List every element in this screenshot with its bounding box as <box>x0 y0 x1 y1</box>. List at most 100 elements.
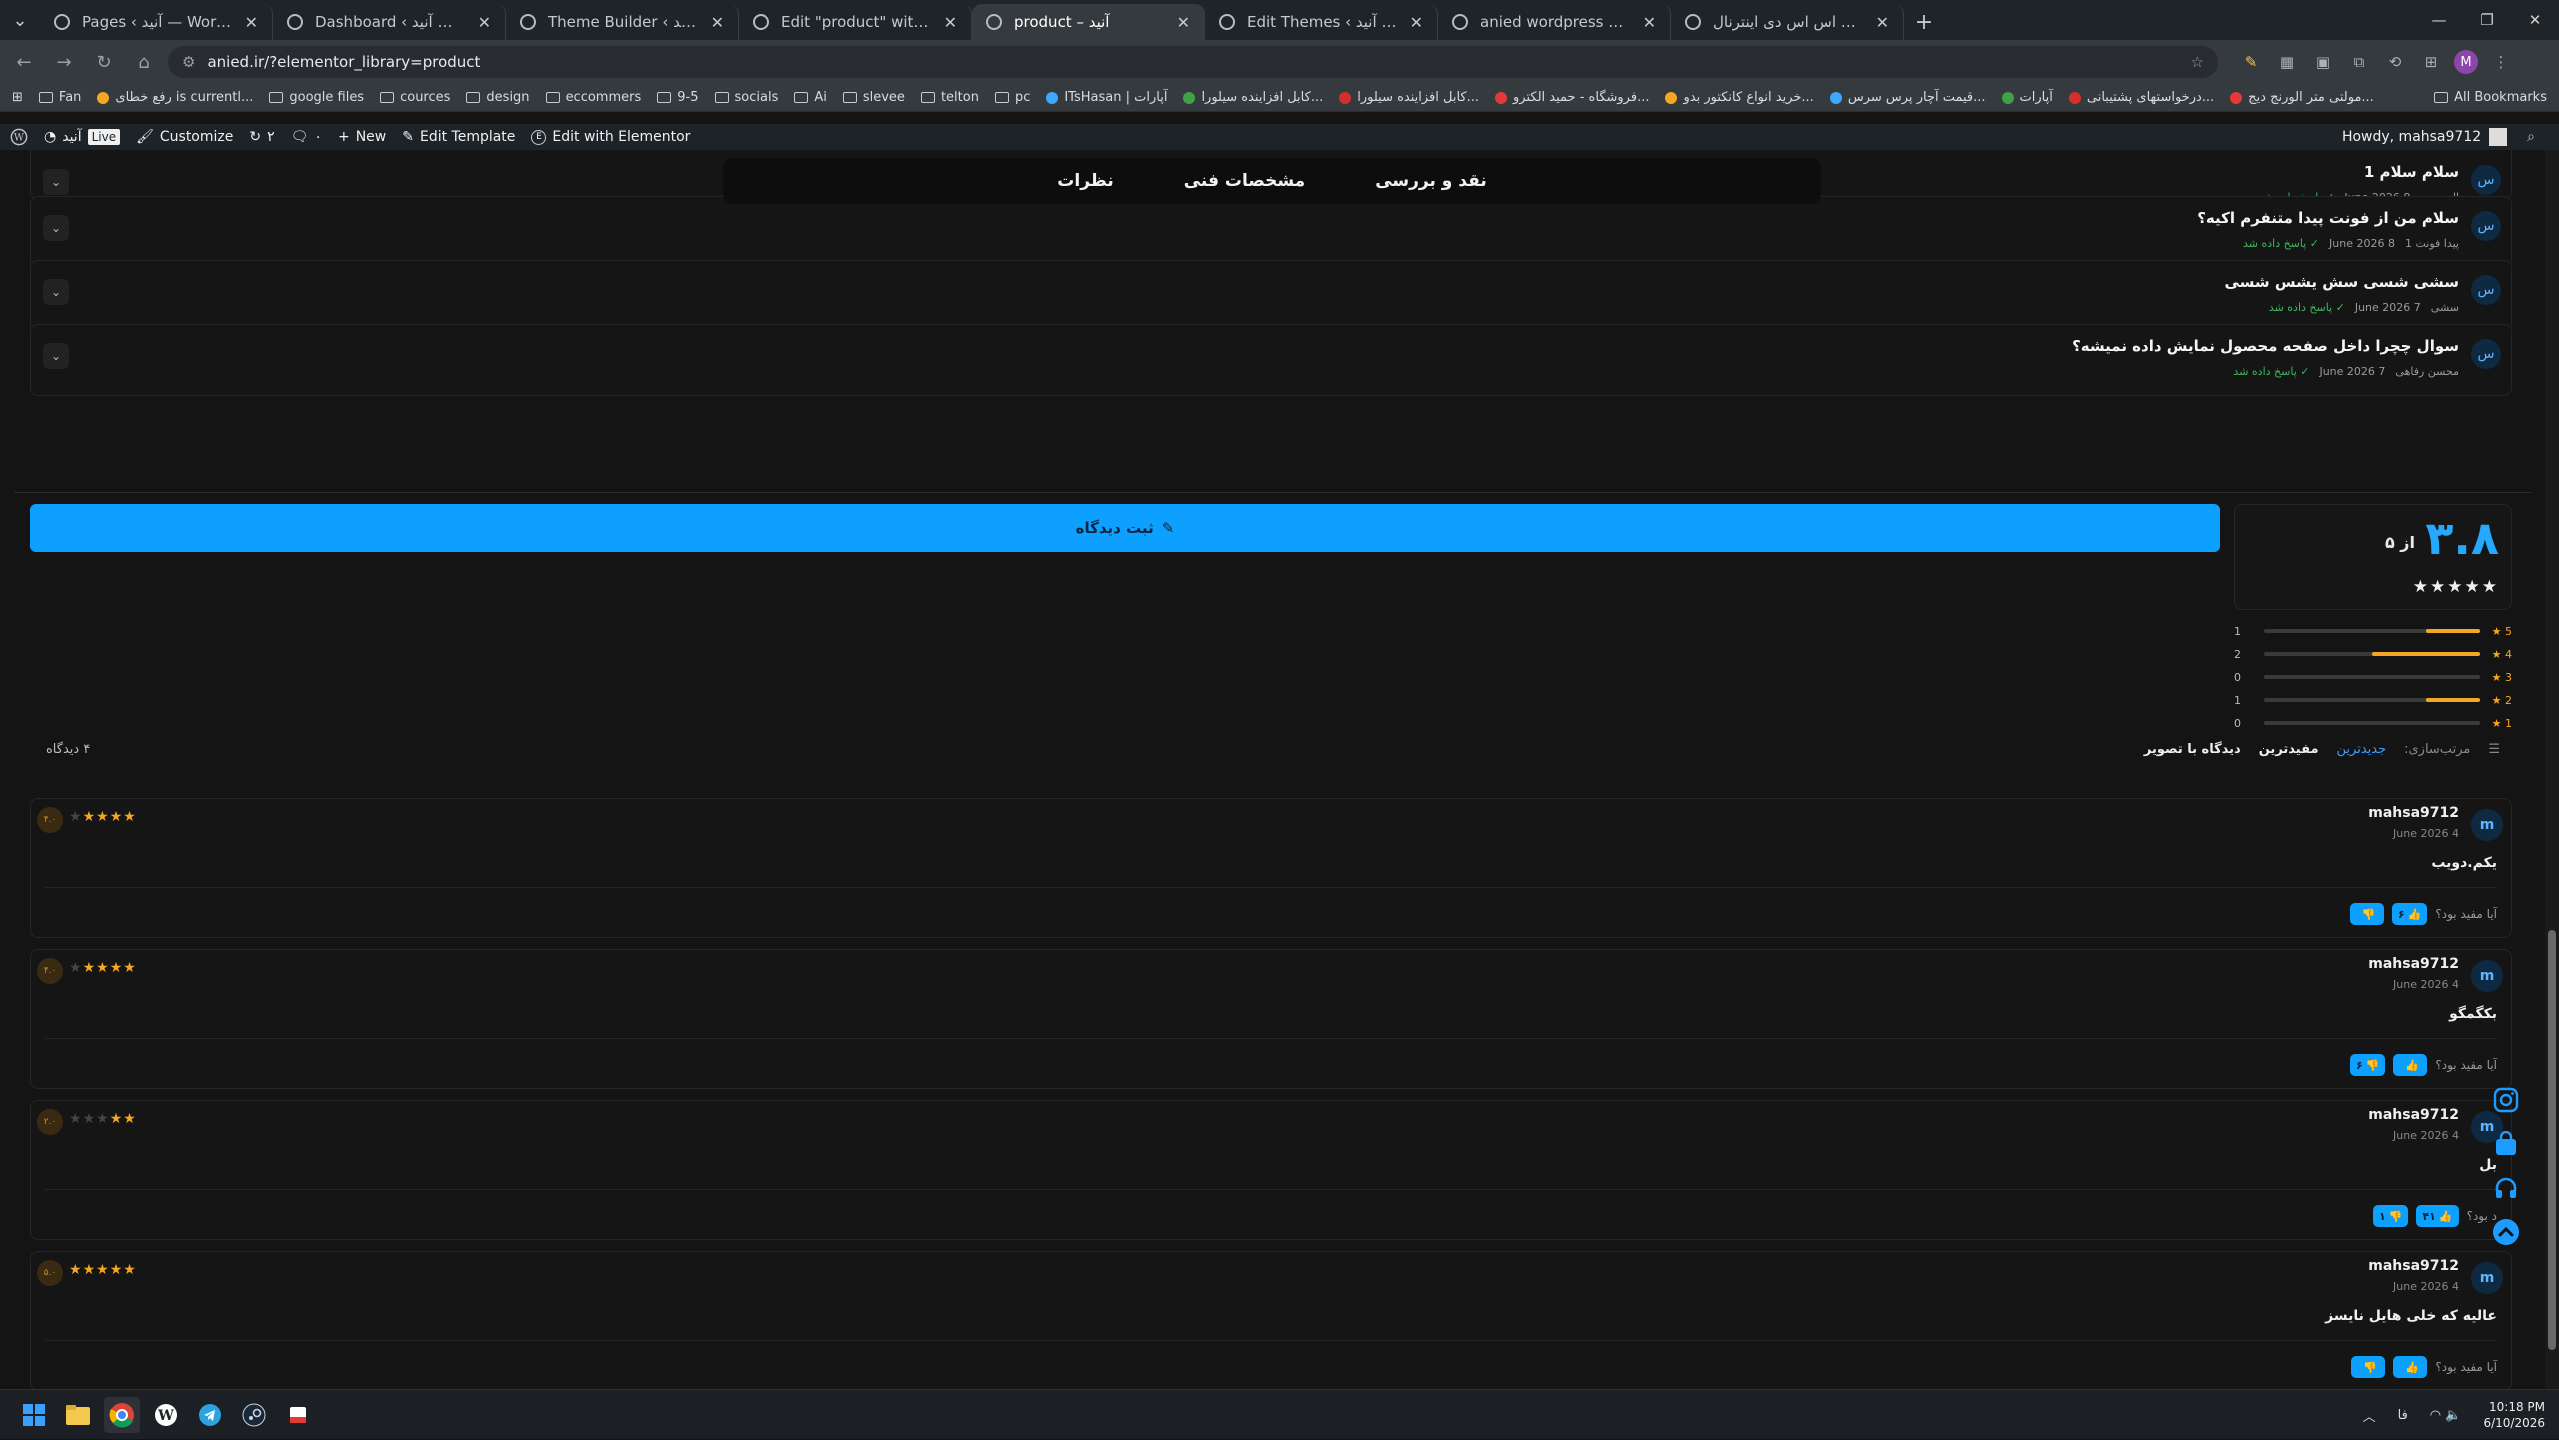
browser-tab[interactable]: Edit "product" with Elementor ✕ <box>739 4 972 40</box>
bookmark-item[interactable]: کابل افزاینده سیلورا... <box>1175 90 1331 105</box>
search-icon[interactable]: ⌕ <box>2527 129 2535 145</box>
user-avatar[interactable] <box>2489 128 2508 146</box>
clock[interactable]: 10:18 PM 6/10/2026 <box>2483 1399 2545 1431</box>
wordpress-logo-icon[interactable]: W <box>0 128 36 146</box>
back-button[interactable]: ← <box>8 46 40 78</box>
tab-close-icon[interactable]: ✕ <box>1876 13 1889 32</box>
new-tab-button[interactable]: + <box>1904 4 1944 40</box>
bookmark-item[interactable]: slevee <box>835 90 913 105</box>
extension-icon-2[interactable]: ▣ <box>2310 49 2336 75</box>
bookmark-item[interactable]: قیمت آچار پرس سرس... <box>1822 90 1994 105</box>
all-bookmarks[interactable]: All Bookmarks <box>2426 90 2559 105</box>
like-button[interactable]: 👍 <box>2393 1054 2428 1076</box>
wifi-volume-icons[interactable]: ◠ 🔈 <box>2430 1408 2462 1423</box>
dislike-button[interactable]: 👎 <box>2349 903 2384 925</box>
tab-close-icon[interactable]: ✕ <box>245 13 258 32</box>
instagram-icon[interactable] <box>2491 1085 2521 1115</box>
sort-newest[interactable]: جدیدترین <box>2337 742 2387 757</box>
bookmark-item[interactable]: ITsHasan | آپارات <box>1038 90 1175 105</box>
new-content-link[interactable]: + New <box>330 129 394 145</box>
tab-review[interactable]: نقد و بررسی <box>1375 171 1487 191</box>
wordpress-app-icon[interactable]: W <box>148 1397 184 1433</box>
submit-review-button[interactable]: ثبت دیدگاه ✎ <box>30 504 2220 552</box>
browser-tab[interactable]: Theme Builder ‹ آنید — WordPress ✕ <box>506 4 739 40</box>
bookmark-item[interactable]: کابل افزاینده سیلورا... <box>1331 90 1487 105</box>
telegram-icon[interactable] <box>192 1397 228 1433</box>
minimize-button[interactable]: — <box>2415 0 2463 40</box>
bookmark-item[interactable]: eccommers <box>538 90 650 105</box>
tab-specs[interactable]: مشخصات فنی <box>1184 171 1305 191</box>
language-indicator[interactable]: فا <box>2398 1408 2408 1423</box>
extension-pen-icon[interactable]: ✎ <box>2238 49 2264 75</box>
bookmark-star-icon[interactable]: ☆ <box>2191 53 2204 71</box>
cast-icon[interactable]: ⟲ <box>2382 49 2408 75</box>
howdy-user[interactable]: Howdy, mahsa9712 <box>2342 129 2481 145</box>
bookmark-item[interactable]: 9-5 <box>649 90 706 105</box>
bookmark-item[interactable]: socials <box>707 90 787 105</box>
bookmark-item[interactable]: google files <box>261 90 372 105</box>
extension-icon-1[interactable]: ▦ <box>2274 49 2300 75</box>
profile-avatar[interactable]: M <box>2454 50 2478 74</box>
customize-link[interactable]: 🖌 Customize <box>128 129 241 145</box>
browser-tab[interactable]: Dashboard ‹ آنید — WordPress ✕ <box>273 4 506 40</box>
bookmark-item[interactable]: cources <box>372 90 458 105</box>
page-scrollbar[interactable] <box>2545 150 2559 1389</box>
maximize-button[interactable]: ❐ <box>2463 0 2511 40</box>
site-name-menu[interactable]: ◔ آنید Live <box>36 129 128 145</box>
like-button[interactable]: 👍 <box>2393 1356 2428 1378</box>
dislike-button[interactable]: 👎 ۶ <box>2349 1054 2386 1076</box>
grid-icon[interactable]: ⊞ <box>2418 49 2444 75</box>
bookmark-item[interactable]: آپارات <box>1994 90 2061 105</box>
tab-close-icon[interactable]: ✕ <box>944 13 957 32</box>
browser-tab[interactable]: product – آنید ✕ <box>972 4 1205 40</box>
extensions-puzzle-icon[interactable]: ⧉ <box>2346 49 2372 75</box>
chevron-down-icon[interactable]: ⌄ <box>43 279 69 305</box>
chevron-down-icon[interactable]: ⌄ <box>43 169 69 195</box>
address-bar[interactable]: ⚙ anied.ir/?elementor_library=product ☆ <box>168 46 2218 78</box>
app-icon-red[interactable] <box>280 1397 316 1433</box>
headphones-icon[interactable] <box>2491 1173 2521 1203</box>
bookmark-item[interactable]: pc <box>987 90 1038 105</box>
tray-chevron-icon[interactable]: ︿ <box>2363 1406 2376 1425</box>
bookmark-item[interactable]: رفع خطای is currentl... <box>89 90 261 105</box>
scroll-top-icon[interactable] <box>2491 1217 2521 1247</box>
sort-most-helpful[interactable]: مفیدترین <box>2259 742 2319 757</box>
chrome-icon[interactable] <box>104 1396 140 1433</box>
browser-tab[interactable]: Pages ‹ آنید — WordPress ✕ <box>40 4 273 40</box>
site-info-icon[interactable]: ⚙ <box>182 53 195 71</box>
home-button[interactable]: ⌂ <box>128 46 160 78</box>
question-card[interactable]: س سلام من از فونت پیدا متنفرم اکیه؟ پیدا ف… <box>30 196 2512 268</box>
menu-dots-icon[interactable]: ⋮ <box>2488 49 2514 75</box>
comments-link[interactable]: 🗨 ۰ <box>283 129 330 145</box>
start-windows-icon[interactable] <box>16 1397 52 1433</box>
updates-link[interactable]: ↻ ۲ <box>241 129 282 145</box>
bookmark-item[interactable]: مولتی متر الورنج دیج... <box>2222 90 2382 105</box>
tab-close-icon[interactable]: ✕ <box>1410 13 1423 32</box>
bookmark-item[interactable]: design <box>458 90 537 105</box>
scrollbar-thumb[interactable] <box>2548 930 2556 1350</box>
bookmark-item[interactable]: Fan <box>31 90 90 105</box>
browser-tab[interactable]: Edit Themes ‹ آنید — WordPress ✕ <box>1205 4 1438 40</box>
file-explorer-icon[interactable] <box>60 1397 96 1433</box>
question-card[interactable]: س سوال چچرا داخل صفحه محصول نمایش داده نم… <box>30 324 2512 396</box>
tab-close-icon[interactable]: ✕ <box>478 13 491 32</box>
tab-close-icon[interactable]: ✕ <box>711 13 724 32</box>
chevron-down-icon[interactable]: ⌄ <box>43 343 69 369</box>
close-window-button[interactable]: ✕ <box>2511 0 2559 40</box>
reload-button[interactable]: ↻ <box>88 46 120 78</box>
browser-tab[interactable]: anied wordpress codes - Claude ✕ <box>1438 4 1671 40</box>
bookmark-item[interactable]: telton <box>913 90 987 105</box>
steam-icon[interactable] <box>236 1397 272 1433</box>
dislike-button[interactable]: 👎 <box>2351 1356 2386 1378</box>
sort-with-image[interactable]: دیدگاه با تصویر <box>2144 742 2241 757</box>
like-button[interactable]: 👍 ۶ <box>2391 903 2428 925</box>
edit-template-link[interactable]: ✎ Edit Template <box>394 129 523 145</box>
tab-comments[interactable]: نظرات <box>1057 171 1113 191</box>
question-card[interactable]: س سشی شسی سش یشس شسی سشی 7 June 2026 ✓ پاسخ … <box>30 260 2512 332</box>
bookmark-item[interactable]: خرید انواع کانکتور بدو... <box>1657 90 1821 105</box>
browser-tab[interactable]: قیمت و خرید اس اس دی اینترنال ✕ <box>1671 4 1904 40</box>
forward-button[interactable]: → <box>48 46 80 78</box>
edit-with-elementor-link[interactable]: E Edit with Elementor <box>523 129 698 145</box>
bookmark-item[interactable]: درخواستهای پشتیبانی... <box>2061 90 2222 105</box>
apps-icon[interactable]: ⊞ <box>0 90 31 105</box>
